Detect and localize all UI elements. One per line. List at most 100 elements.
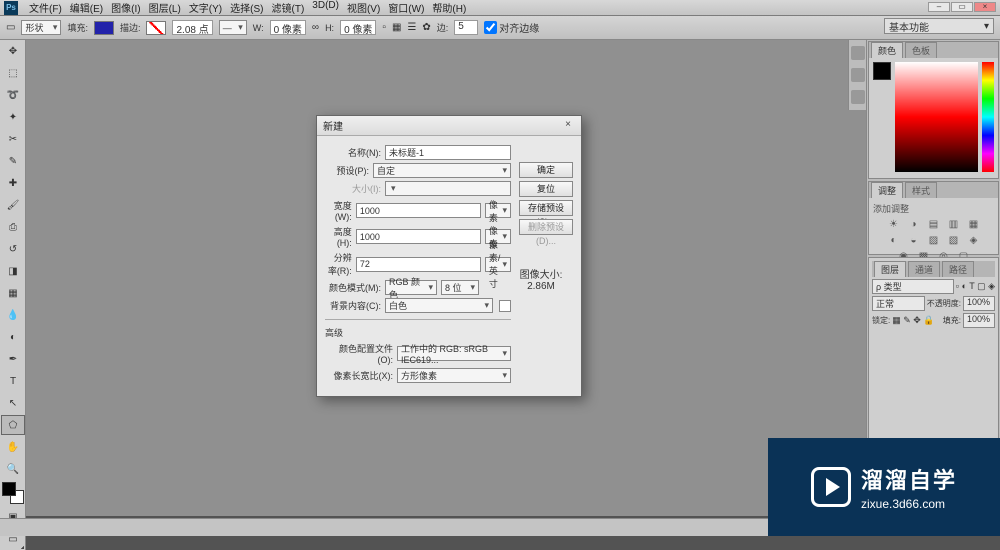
stroke-style-select[interactable]: — [219, 20, 247, 35]
h-label: H: [325, 23, 334, 33]
arrange-icon[interactable]: ☰ [407, 22, 416, 33]
blend-mode-select[interactable]: 正常 [872, 296, 925, 311]
gradient-tool[interactable]: ▦ [1, 283, 25, 303]
name-input[interactable] [385, 145, 511, 160]
options-bar: ▭ 形状 填充: 描边: 2.08 点 — W: 0 像素 ∞ H: 0 像素 … [0, 16, 1000, 40]
resolution-unit-select[interactable]: 像素/英寸 [485, 257, 511, 272]
menu-type[interactable]: 文字(Y) [186, 0, 225, 16]
character-panel-icon[interactable] [851, 90, 865, 104]
hue-slider[interactable] [982, 62, 994, 172]
dodge-tool[interactable]: ◐ [1, 327, 25, 347]
image-size-label: 图像大小: [519, 266, 563, 281]
adjustments-panel: 调整 样式 添加调整 ☀◑▤▥▦ ◐◒▨▧◈ ◉▩◎▢ [868, 181, 999, 255]
history-brush-tool[interactable]: ↺ [1, 239, 25, 259]
menu-window[interactable]: 窗口(W) [385, 0, 427, 16]
close-button[interactable]: × [974, 2, 996, 12]
profile-select[interactable]: 工作中的 RGB: sRGB IEC619... [397, 346, 511, 361]
stroke-label: 描边: [120, 21, 141, 34]
height-input[interactable] [356, 229, 481, 244]
pen-tool[interactable]: ✒ [1, 349, 25, 369]
dialog-close-icon[interactable]: × [561, 119, 575, 133]
tab-styles[interactable]: 样式 [905, 182, 937, 198]
w-label: W: [253, 23, 264, 33]
watermark-title: 溜溜自学 [861, 463, 957, 495]
width-label: 宽度(W): [325, 199, 352, 222]
save-preset-button[interactable]: 存储预设(S)... [519, 200, 573, 216]
width-unit-select[interactable]: 像素 [485, 203, 511, 218]
color-picker[interactable] [895, 62, 978, 172]
panel-fg-color[interactable] [873, 62, 891, 80]
menu-filter[interactable]: 滤镜(T) [269, 0, 308, 16]
eraser-tool[interactable]: ◨ [1, 261, 25, 281]
menu-select[interactable]: 选择(S) [227, 0, 266, 16]
sides-input[interactable]: 5 [454, 20, 478, 35]
min-button[interactable]: – [928, 2, 950, 12]
fill-swatch[interactable] [94, 21, 114, 35]
menu-3d[interactable]: 3D(D) [309, 0, 342, 16]
tab-swatches[interactable]: 色板 [905, 42, 937, 58]
menu-view[interactable]: 视图(V) [344, 0, 383, 16]
type-tool[interactable]: T [1, 371, 25, 391]
properties-panel-icon[interactable] [851, 68, 865, 82]
app-logo: Ps [4, 1, 18, 15]
tab-color[interactable]: 颜色 [871, 42, 903, 58]
menu-help[interactable]: 帮助(H) [429, 0, 469, 16]
link-icon[interactable]: ∞ [312, 22, 319, 33]
aspect-select[interactable]: 方形像素 [397, 368, 511, 383]
workspace-select[interactable]: 基本功能▾ [884, 18, 994, 34]
bg-select[interactable]: 白色 [385, 298, 493, 313]
align-edges-checkbox[interactable]: 对齐边缘 [484, 20, 539, 35]
tab-adjustments[interactable]: 调整 [871, 182, 903, 198]
profile-label: 颜色配置文件(O): [325, 342, 393, 365]
tab-channels[interactable]: 通道 [908, 261, 940, 277]
move-tool[interactable]: ✥ [1, 41, 25, 61]
color-depth-select[interactable]: 8 位 [441, 280, 479, 295]
color-mode-select[interactable]: RGB 颜色 [385, 280, 437, 295]
bg-swatch[interactable] [499, 300, 511, 312]
marquee-tool[interactable]: ⬚ [1, 63, 25, 83]
max-button[interactable]: ▭ [951, 2, 973, 12]
path-select-tool[interactable]: ↖ [1, 393, 25, 413]
delete-preset-button: 删除预设(D)... [519, 219, 573, 235]
shape-mode-select[interactable]: 形状 [21, 20, 61, 35]
wand-tool[interactable]: ✦ [1, 107, 25, 127]
menu-layer[interactable]: 图层(L) [146, 0, 184, 16]
gear-icon[interactable]: ✿ [422, 22, 430, 33]
shape-tool[interactable]: ⬠ [1, 415, 25, 435]
ok-button[interactable]: 确定 [519, 162, 573, 178]
history-panel-icon[interactable] [851, 46, 865, 60]
healing-tool[interactable]: ✚ [1, 173, 25, 193]
eyedropper-tool[interactable]: ✎ [1, 151, 25, 171]
dialog-title: 新建 [323, 118, 343, 133]
adjust-hint: 添加调整 [873, 202, 994, 215]
menu-image[interactable]: 图像(I) [108, 0, 143, 16]
tab-layers[interactable]: 图层 [874, 261, 906, 277]
hand-tool[interactable]: ✋ [1, 437, 25, 457]
layer-kind-filter[interactable]: ρ 类型 [872, 279, 954, 294]
fg-bg-color[interactable] [2, 482, 24, 504]
menu-file[interactable]: 文件(F) [26, 0, 65, 16]
w-input[interactable]: 0 像素 [270, 20, 306, 35]
blur-tool[interactable]: 💧 [1, 305, 25, 325]
stroke-swatch[interactable] [146, 21, 166, 35]
stroke-width-input[interactable]: 2.08 点 [172, 20, 212, 35]
menu-edit[interactable]: 编辑(E) [67, 0, 106, 16]
cancel-button[interactable]: 复位 [519, 181, 573, 197]
width-input[interactable] [356, 203, 481, 218]
fill-input[interactable]: 100% [963, 313, 995, 328]
preset-select[interactable]: 自定 [373, 163, 511, 178]
resolution-input[interactable] [356, 257, 481, 272]
crop-tool[interactable]: ✂ [1, 129, 25, 149]
tab-paths[interactable]: 路径 [942, 261, 974, 277]
opacity-input[interactable]: 100% [963, 296, 995, 311]
path-ops-icon[interactable]: ▫ [382, 22, 386, 33]
zoom-tool[interactable]: 🔍 [1, 459, 25, 479]
stamp-tool[interactable]: ⎙ [1, 217, 25, 237]
status-bar [0, 518, 866, 536]
brush-tool[interactable]: 🖌 [1, 195, 25, 215]
h-input[interactable]: 0 像素 [340, 20, 376, 35]
align-icon[interactable]: ▦ [392, 22, 401, 33]
aspect-label: 像素长宽比(X): [325, 369, 393, 382]
lasso-tool[interactable]: ➰ [1, 85, 25, 105]
preset-label: 预设(P): [325, 164, 369, 177]
